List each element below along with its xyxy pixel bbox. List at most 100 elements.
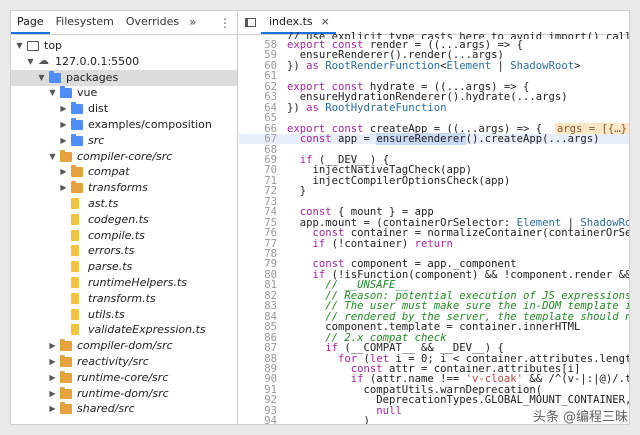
tree-node-label: validateExpression.ts xyxy=(88,323,206,337)
tree-node-label: examples/composition xyxy=(88,118,212,131)
tree-node[interactable]: errors.ts xyxy=(11,243,237,259)
tree-node-label: compiler-core/src xyxy=(77,149,173,163)
tree-node[interactable]: ▶ shared/src xyxy=(11,401,237,417)
folder-icon xyxy=(71,133,83,146)
tree-node[interactable]: ▶ transforms xyxy=(11,180,237,196)
chevron-right-icon[interactable]: ▶ xyxy=(48,338,57,354)
chevron-right-icon[interactable]: ▶ xyxy=(48,354,57,370)
chevron-down-icon[interactable]: ▼ xyxy=(48,149,57,165)
tree-node-label: ast.ts xyxy=(88,197,119,210)
tree-node[interactable]: ▶ compiler-dom/src xyxy=(11,338,237,354)
line-number[interactable]: 85 xyxy=(239,322,277,333)
frame-icon xyxy=(27,41,39,51)
code-text: injectCompilerOptionsCheck(app) xyxy=(287,174,511,187)
tree-node[interactable]: ▶ dist xyxy=(11,101,237,117)
chevron-right-icon[interactable]: ▶ xyxy=(48,401,57,417)
tree-node[interactable]: ast.ts xyxy=(11,196,237,212)
code-editor[interactable]: // use explicit type casts here to avoid… xyxy=(239,31,629,424)
folder-icon xyxy=(71,181,83,194)
folder-icon xyxy=(60,386,72,399)
tree-node-label: src xyxy=(88,133,105,147)
code-line: 77 if (!container) return xyxy=(239,237,629,250)
chevron-right-icon[interactable]: ▶ xyxy=(48,370,57,386)
chevron-right-icon[interactable]: ▶ xyxy=(59,133,68,149)
folder-icon xyxy=(60,355,72,367)
tree-node-label: compat xyxy=(88,165,130,179)
tree-node[interactable]: ▼ top xyxy=(11,38,237,54)
chevron-down-icon[interactable]: ▼ xyxy=(26,54,35,70)
tab-filesystem[interactable]: Filesystem xyxy=(50,11,120,34)
close-tab-icon[interactable]: × xyxy=(321,15,330,28)
tree-node[interactable]: codegen.ts xyxy=(11,212,237,228)
code-line: 64}) as RootHydrateFunction xyxy=(239,102,629,113)
tree-node-label: 127.0.0.1:5500 xyxy=(55,54,140,68)
line-number[interactable]: 67 xyxy=(239,134,277,145)
file-tab-label: index.ts xyxy=(269,15,313,28)
tree-node-label: packages xyxy=(66,70,119,84)
chevron-right-icon[interactable]: ▶ xyxy=(59,180,68,196)
navigator-pane: Page Filesystem Overrides » ⋮ ▼ top ▼ ☁ 127.… xyxy=(11,11,238,424)
chevron-right-icon[interactable]: ▶ xyxy=(59,164,68,180)
tree-node[interactable]: ▼ ☁ 127.0.0.1:5500 xyxy=(11,54,237,70)
watermark: 头条 @编程三昧 xyxy=(532,410,628,425)
tree-node-label: runtimeHelpers.ts xyxy=(88,276,187,289)
folder-icon xyxy=(60,402,72,415)
tree-node-label: vue xyxy=(77,86,98,100)
tree-node-label: compile.ts xyxy=(88,228,145,242)
toggle-navigator-icon[interactable] xyxy=(239,11,261,34)
tree-node-label: errors.ts xyxy=(88,244,135,258)
folder-icon xyxy=(71,118,83,130)
tree-node[interactable]: ▶ examples/composition xyxy=(11,117,237,133)
folder-icon xyxy=(60,86,72,99)
code-text: }) as RootRenderFunction<Element | Shado… xyxy=(287,59,581,72)
tree-node[interactable]: ▶ runtime-core/src xyxy=(11,370,237,386)
chevron-down-icon[interactable]: ▼ xyxy=(48,85,57,101)
navigator-tabs: Page Filesystem Overrides » ⋮ xyxy=(11,11,237,35)
tree-node[interactable]: transform.ts xyxy=(11,291,237,307)
file-icon xyxy=(71,213,79,225)
folder-icon xyxy=(60,370,72,383)
more-tabs-icon[interactable]: » xyxy=(185,11,200,34)
code-text: if (__COMPAT__ && __DEV__) { xyxy=(325,342,504,355)
tree-node[interactable]: compile.ts xyxy=(11,228,237,244)
tree-node-label: shared/src xyxy=(77,402,135,416)
chevron-right-icon[interactable]: ▶ xyxy=(59,117,68,133)
tree-node[interactable]: validateExpression.ts xyxy=(11,322,237,338)
code-line: 60}) as RootRenderFunction<Element | Sha… xyxy=(239,59,629,72)
tree-node[interactable]: ▼ vue xyxy=(11,85,237,101)
chevron-down-icon[interactable]: ▼ xyxy=(15,38,24,54)
tree-node[interactable]: ▶ src xyxy=(11,133,237,149)
folder-icon xyxy=(60,339,72,352)
code-line: 72 } xyxy=(239,185,629,198)
tree-node[interactable]: ▶ compat xyxy=(11,164,237,180)
tree-node-label: dist xyxy=(88,102,109,116)
chevron-down-icon[interactable]: ▼ xyxy=(37,70,46,86)
chevron-right-icon[interactable]: ▶ xyxy=(59,101,68,117)
file-icon xyxy=(71,277,79,288)
tree-node[interactable]: ▼ compiler-core/src xyxy=(11,149,237,165)
file-icon xyxy=(71,198,79,209)
line-number[interactable]: 65 xyxy=(239,113,277,124)
line-number[interactable]: 76 xyxy=(239,228,277,239)
line-number[interactable]: 94 xyxy=(239,416,277,424)
tree-node-label: runtime-dom/src xyxy=(77,386,169,400)
code-text: if (!container) return xyxy=(312,237,453,250)
kebab-menu-icon[interactable]: ⋮ xyxy=(219,11,231,35)
tree-node-label: transforms xyxy=(88,181,148,195)
tree-node-label: transform.ts xyxy=(88,291,156,305)
chevron-right-icon[interactable]: ▶ xyxy=(48,386,57,402)
code-text: } xyxy=(287,185,307,198)
tree-node[interactable]: utils.ts xyxy=(11,307,237,323)
tree-node[interactable]: ▼ packages xyxy=(11,69,237,86)
code-text: ) xyxy=(287,415,370,424)
tree-node[interactable]: ▶ runtime-dom/src xyxy=(11,386,237,402)
tree-node[interactable]: runtimeHelpers.ts xyxy=(11,275,237,291)
editor-pane: index.ts × // use explicit type casts her… xyxy=(239,11,629,424)
code-text: const container = normalizeContainer(con… xyxy=(312,227,629,240)
tree-node-label: reactivity/src xyxy=(77,355,149,368)
line-number[interactable]: 87 xyxy=(239,343,277,354)
tree-node[interactable]: ▶ reactivity/src xyxy=(11,354,237,370)
tree-node[interactable]: parse.ts xyxy=(11,259,237,275)
tab-page[interactable]: Page xyxy=(11,11,50,34)
tab-overrides[interactable]: Overrides xyxy=(120,11,185,34)
